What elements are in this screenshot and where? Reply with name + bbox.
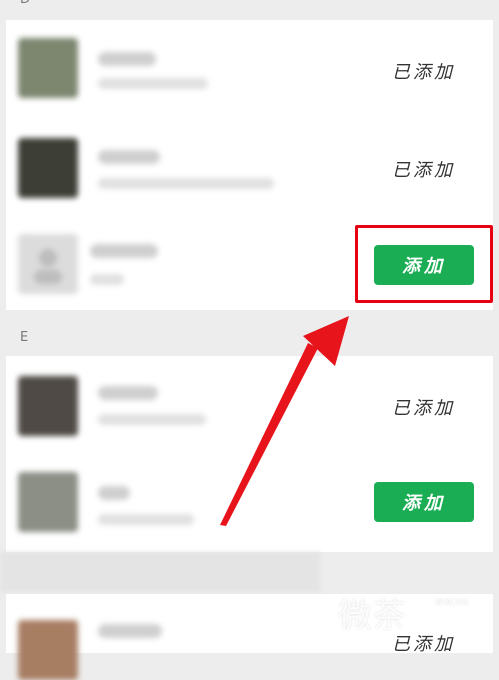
watermark-text: 微茶 [338, 596, 406, 636]
red-arrow-icon [220, 316, 349, 526]
watermark-badge: WXCHA [430, 596, 474, 610]
watermark: 微茶 WXCHA [338, 588, 498, 644]
